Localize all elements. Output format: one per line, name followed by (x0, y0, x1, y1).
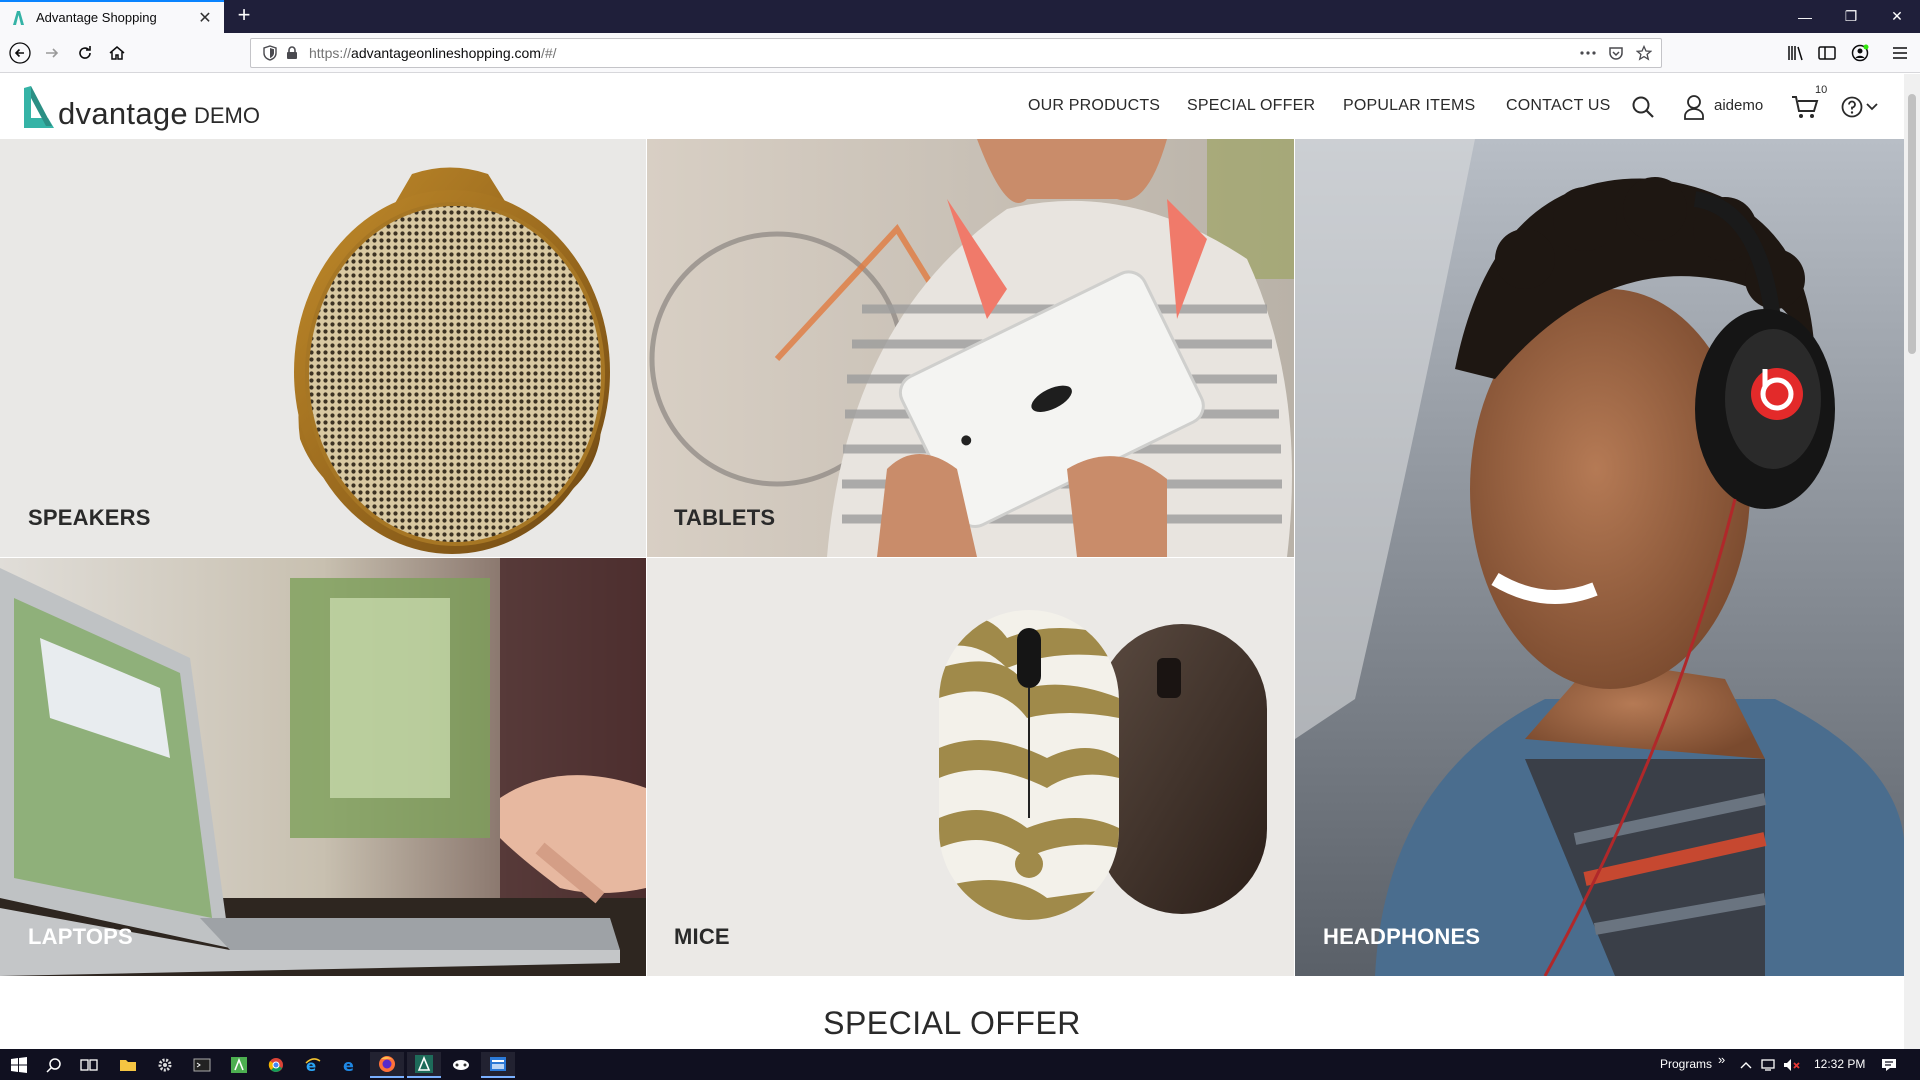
category-label-tablets: TABLETS (674, 505, 776, 530)
taskbar-clock[interactable]: 12:32 PM (1814, 1057, 1865, 1071)
logo-mark-icon (24, 86, 54, 128)
volume-muted-icon[interactable] (1780, 1052, 1804, 1078)
category-label-headphones: HEADPHONES (1323, 924, 1481, 949)
settings-gear-icon[interactable] (148, 1052, 182, 1078)
home-icon (109, 46, 125, 60)
new-tab-button[interactable]: + (232, 4, 256, 28)
search-icon[interactable] (1628, 92, 1658, 122)
browser-tab-bar: Advantage Shopping ✕ + — ❐ ✕ (0, 0, 1920, 33)
close-window-icon[interactable]: ✕ (1874, 0, 1920, 33)
edge-icon[interactable]: e (333, 1052, 367, 1078)
toolbar-overflow-icon[interactable]: » (1718, 1052, 1725, 1067)
category-tile-headphones[interactable]: HEADPHONES (1295, 139, 1904, 976)
help-icon (1841, 96, 1862, 118)
logo-wordmark: dvantage (58, 96, 188, 131)
windows-taskbar: e e Programs » 12:32 PM (0, 1049, 1920, 1080)
command-prompt-icon[interactable] (185, 1052, 219, 1078)
programs-toolbar-label[interactable]: Programs (1660, 1057, 1712, 1071)
help-dropdown[interactable] (1838, 94, 1880, 120)
shield-icon[interactable] (259, 42, 281, 64)
bookmark-star-icon[interactable] (1633, 42, 1655, 64)
svg-text:e: e (343, 1057, 354, 1073)
category-tile-tablets[interactable]: TABLETS (647, 139, 1294, 557)
browser-navigation-bar: https://advantageonlineshopping.com/#/ (0, 33, 1920, 73)
nav-popular-items[interactable]: POPULAR ITEMS (1343, 97, 1475, 115)
reload-icon (79, 46, 91, 59)
page-scrollbar[interactable] (1904, 74, 1920, 1049)
tray-chevron-up-icon[interactable] (1736, 1052, 1756, 1078)
close-tab-icon[interactable]: ✕ (196, 8, 214, 28)
action-center-icon[interactable] (1872, 1052, 1906, 1078)
app-window-icon[interactable] (481, 1052, 515, 1078)
site-logo[interactable]: dvantage DEMO (22, 84, 260, 130)
reload-button[interactable] (71, 39, 99, 67)
site-favicon-icon (13, 10, 24, 25)
user-name[interactable]: aidemo (1714, 97, 1763, 114)
forward-arrow-icon (46, 48, 59, 58)
file-explorer-icon[interactable] (111, 1052, 145, 1078)
network-icon[interactable] (1756, 1052, 1780, 1078)
advantage-app-icon[interactable] (407, 1052, 441, 1078)
url-prefix: https:// (309, 45, 352, 61)
forward-button[interactable] (38, 39, 66, 67)
pocket-icon[interactable] (1605, 42, 1627, 64)
headphones-lifestyle-image (1295, 139, 1904, 976)
lock-icon[interactable] (281, 42, 303, 64)
category-tile-speakers[interactable]: SPEAKERS (0, 139, 646, 557)
category-label-laptops: LAPTOPS (28, 924, 133, 949)
windows-start-icon[interactable] (2, 1052, 36, 1078)
tab-title: Advantage Shopping (36, 10, 157, 25)
internet-explorer-icon[interactable]: e (296, 1052, 330, 1078)
restore-window-icon[interactable]: ❐ (1828, 0, 1874, 33)
cart-icon[interactable] (1790, 92, 1820, 122)
library-icon[interactable] (1782, 39, 1810, 67)
laptop-lifestyle-image (0, 558, 646, 976)
category-tile-laptops[interactable]: LAPTOPS (0, 558, 646, 976)
nav-our-products[interactable]: OUR PRODUCTS (1028, 97, 1160, 115)
site-header: dvantage DEMO OUR PRODUCTS SPECIAL OFFER… (0, 74, 1904, 139)
category-label-speakers: SPEAKERS (28, 505, 151, 530)
user-icon[interactable] (1680, 92, 1708, 122)
scrollbar-thumb[interactable] (1908, 94, 1916, 354)
cart-count-badge: 10 (1815, 84, 1828, 96)
nav-contact-us[interactable]: CONTACT US (1506, 97, 1611, 115)
back-arrow-icon (9, 42, 31, 64)
mice-product-image (939, 610, 1267, 920)
category-tile-mice[interactable]: MICE (647, 558, 1294, 976)
address-bar[interactable]: https://advantageonlineshopping.com/#/ (250, 38, 1662, 68)
account-icon[interactable] (1846, 39, 1874, 67)
sidebar-toggle-icon[interactable] (1813, 39, 1841, 67)
logo-demo-label: DEMO (193, 103, 260, 128)
search-taskbar-icon[interactable] (37, 1052, 71, 1078)
menu-hamburger-icon[interactable] (1886, 39, 1914, 67)
special-offer-heading: SPECIAL OFFER (823, 1005, 1081, 1041)
app-green-a-icon[interactable] (222, 1052, 256, 1078)
app-gamepad-icon[interactable] (444, 1052, 478, 1078)
speaker-product-image (294, 167, 610, 554)
home-button[interactable] (103, 39, 131, 67)
chrome-icon[interactable] (259, 1052, 293, 1078)
url-path: /#/ (540, 45, 557, 61)
url-text[interactable]: https://advantageonlineshopping.com/#/ (309, 45, 557, 61)
url-host: advantageonlineshopping.com (351, 45, 541, 61)
firefox-icon[interactable] (370, 1052, 404, 1078)
tablet-lifestyle-image (647, 139, 1294, 557)
browser-tab-active[interactable]: Advantage Shopping ✕ (0, 0, 224, 33)
chevron-down-icon (1865, 103, 1878, 111)
category-label-mice: MICE (674, 924, 730, 949)
minimize-window-icon[interactable]: — (1782, 0, 1828, 33)
page-actions-icon[interactable] (1577, 42, 1599, 64)
nav-special-offer[interactable]: SPECIAL OFFER (1187, 97, 1315, 115)
task-view-icon[interactable] (72, 1052, 106, 1078)
back-button[interactable] (6, 39, 34, 67)
